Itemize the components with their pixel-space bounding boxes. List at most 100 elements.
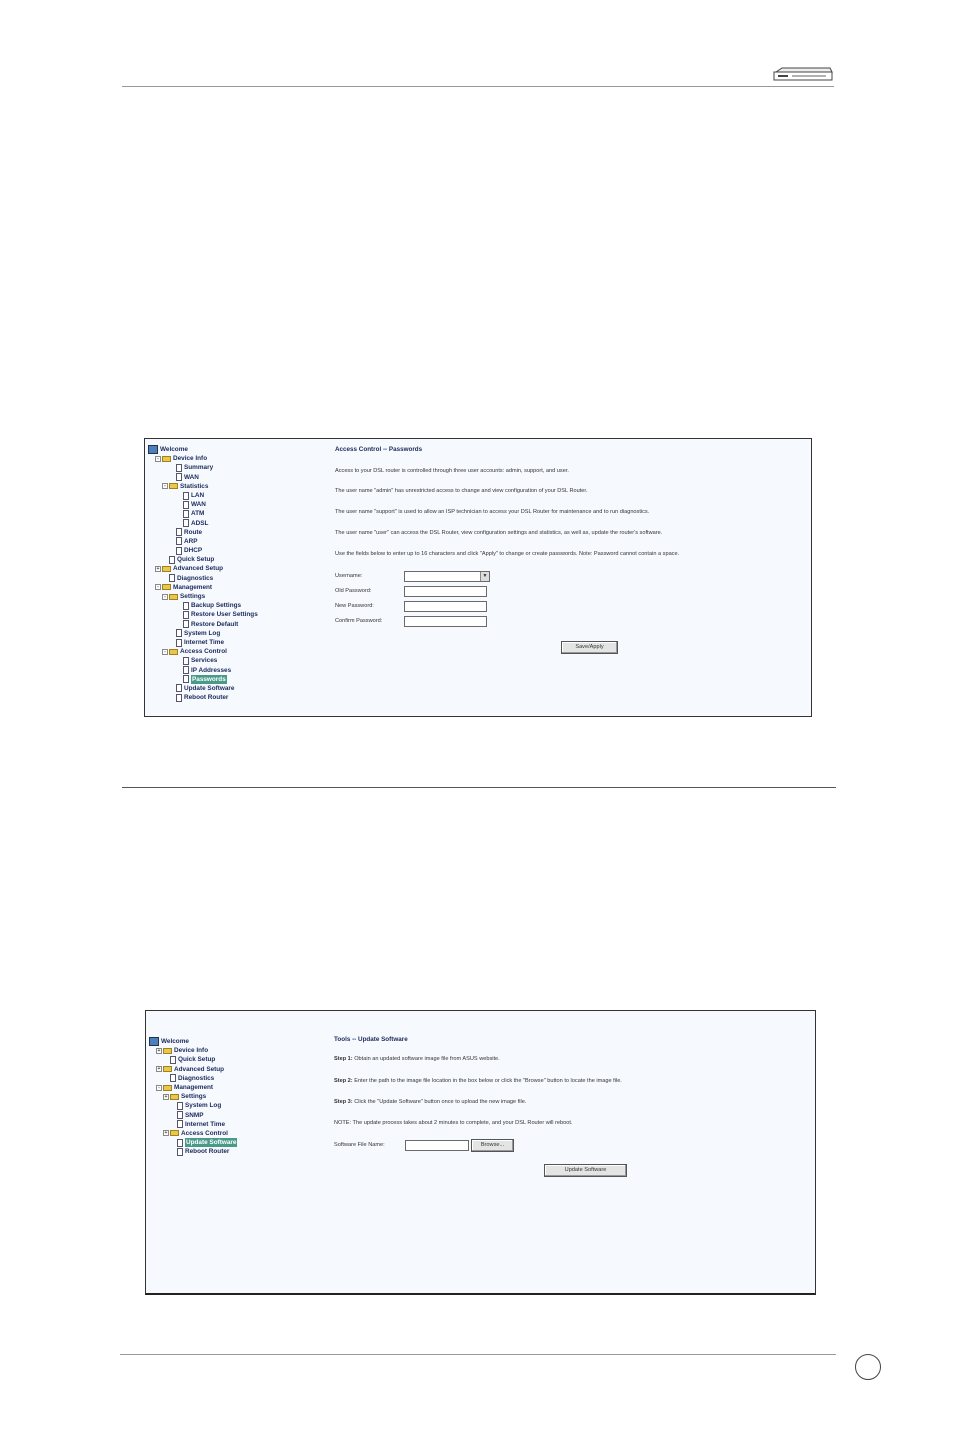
tree-item[interactable]: WAN bbox=[148, 473, 318, 482]
browse-button[interactable]: Browse... bbox=[471, 1139, 514, 1152]
tree-item[interactable]: - Statistics bbox=[148, 482, 318, 491]
page-icon bbox=[183, 601, 189, 610]
tree-item[interactable]: + Device Info bbox=[149, 1046, 319, 1055]
globe-icon bbox=[149, 1037, 159, 1047]
tree-item[interactable]: Quick Setup bbox=[148, 555, 318, 564]
tree-item-label: Device Info bbox=[173, 455, 208, 463]
collapse-icon[interactable]: - bbox=[162, 648, 168, 655]
collapse-icon[interactable]: - bbox=[155, 455, 161, 462]
save-apply-button[interactable]: Save/Apply bbox=[561, 641, 618, 654]
tree-item[interactable]: Services bbox=[148, 656, 318, 665]
page-number-circle bbox=[855, 1354, 881, 1380]
tree-item[interactable]: Backup Settings bbox=[148, 601, 318, 610]
user-paragraph: The user name "user" can access the DSL … bbox=[335, 530, 663, 536]
tree-item[interactable]: - Settings bbox=[148, 592, 318, 601]
tree-item[interactable]: ARP bbox=[148, 537, 318, 546]
tree-item[interactable]: Internet Time bbox=[149, 1120, 319, 1129]
tree-item-label: Quick Setup bbox=[178, 1056, 216, 1064]
tree-item[interactable]: Passwords bbox=[148, 674, 318, 684]
tree-item[interactable]: IP Addresses bbox=[148, 666, 318, 675]
tree-item[interactable]: System Log bbox=[148, 629, 318, 638]
tree-item-label: Restore Default bbox=[191, 620, 239, 628]
expand-icon[interactable]: + bbox=[156, 1066, 162, 1073]
tree-item[interactable]: LAN bbox=[148, 491, 318, 500]
folder-icon bbox=[162, 584, 171, 591]
tree-item-label: Update Software bbox=[184, 684, 235, 692]
update-software-button[interactable]: Update Software bbox=[544, 1164, 627, 1177]
expand-icon[interactable]: + bbox=[163, 1130, 169, 1137]
username-select[interactable]: ▼ bbox=[404, 571, 490, 582]
tree-item[interactable]: WAN bbox=[148, 500, 318, 509]
tree-item-label: Access Control bbox=[180, 648, 227, 656]
tree-item-label: Settings bbox=[181, 1093, 207, 1101]
folder-icon bbox=[169, 483, 178, 490]
tree-item[interactable]: + Advanced Setup bbox=[149, 1065, 319, 1074]
old-password-field[interactable] bbox=[404, 586, 487, 597]
tree-item[interactable]: Welcome bbox=[148, 445, 318, 455]
tree-item-label: Reboot Router bbox=[184, 694, 229, 702]
tree-item[interactable]: - Device Info bbox=[148, 454, 318, 463]
tree-item-label: Statistics bbox=[180, 482, 209, 490]
tree-item[interactable]: Reboot Router bbox=[148, 693, 318, 702]
tree-item[interactable]: Reboot Router bbox=[149, 1147, 319, 1156]
tree-item-label: DHCP bbox=[184, 547, 203, 555]
tree-item-label: Access Control bbox=[181, 1129, 228, 1137]
new-password-field[interactable] bbox=[404, 601, 487, 612]
page-icon bbox=[183, 519, 189, 528]
header-rule bbox=[122, 86, 834, 87]
tree-item[interactable]: Route bbox=[148, 528, 318, 537]
page-icon bbox=[176, 528, 182, 537]
tree-item-label: Welcome bbox=[161, 1038, 189, 1045]
tree-item[interactable]: Diagnostics bbox=[149, 1074, 319, 1083]
file-name-label: Software File Name: bbox=[334, 1142, 385, 1148]
tree-item[interactable]: - Management bbox=[149, 1083, 319, 1092]
username-label: Username: bbox=[335, 573, 363, 579]
page-icon bbox=[183, 500, 189, 509]
tree-item[interactable]: ADSL bbox=[148, 519, 318, 528]
tree-item[interactable]: Update Software bbox=[148, 684, 318, 693]
tree-item-label: Restore User Settings bbox=[191, 611, 258, 619]
tree-item[interactable]: - Management bbox=[148, 583, 318, 592]
tree-item-label: WAN bbox=[191, 501, 206, 509]
tree-item[interactable]: System Log bbox=[149, 1101, 319, 1110]
tree-item[interactable]: + Advanced Setup bbox=[148, 564, 318, 573]
tree-item[interactable]: - Access Control bbox=[148, 647, 318, 656]
tree-item[interactable]: ATM bbox=[148, 509, 318, 518]
tree-item-label: Diagnostics bbox=[177, 574, 214, 582]
tree-item[interactable]: DHCP bbox=[148, 546, 318, 555]
collapse-icon[interactable]: - bbox=[155, 584, 161, 591]
tree-item-label: IP Addresses bbox=[191, 666, 232, 674]
tree-item[interactable]: Quick Setup bbox=[149, 1055, 319, 1064]
page-icon bbox=[169, 574, 175, 583]
collapse-icon[interactable]: - bbox=[162, 483, 168, 490]
tree-item[interactable]: Welcome bbox=[149, 1037, 319, 1047]
file-name-field[interactable] bbox=[405, 1140, 469, 1151]
tree-item[interactable]: + Settings bbox=[149, 1092, 319, 1101]
step-2-label: Step 2: bbox=[334, 1078, 353, 1084]
page-icon bbox=[183, 656, 189, 665]
expand-icon[interactable]: + bbox=[156, 1047, 162, 1054]
expand-icon[interactable]: + bbox=[163, 1093, 169, 1100]
tree-item[interactable]: Update Software bbox=[149, 1138, 319, 1148]
update-software-screenshot: Welcome + Device Info Quick Setup + Advanced … bbox=[145, 1010, 816, 1295]
tree-item[interactable]: + Access Control bbox=[149, 1129, 319, 1138]
folder-icon bbox=[169, 593, 178, 600]
tree-item[interactable]: SNMP bbox=[149, 1111, 319, 1120]
tree-item-label: ADSL bbox=[191, 519, 209, 527]
step-3-text: Click the "Update Software" button once … bbox=[352, 1099, 527, 1105]
page-icon bbox=[176, 546, 182, 555]
page-icon bbox=[183, 620, 189, 629]
expand-icon[interactable]: + bbox=[155, 566, 161, 573]
chevron-down-icon[interactable]: ▼ bbox=[480, 572, 489, 581]
tree-item[interactable]: Diagnostics bbox=[148, 574, 318, 583]
collapse-icon[interactable]: - bbox=[156, 1084, 162, 1091]
tree-item[interactable]: Restore Default bbox=[148, 620, 318, 629]
page-icon bbox=[183, 675, 189, 684]
tree-item-label: Passwords bbox=[191, 674, 227, 684]
page-icon bbox=[183, 610, 189, 619]
tree-item[interactable]: Internet Time bbox=[148, 638, 318, 647]
tree-item[interactable]: Summary bbox=[148, 463, 318, 472]
tree-item[interactable]: Restore User Settings bbox=[148, 610, 318, 619]
confirm-password-field[interactable] bbox=[404, 616, 487, 627]
collapse-icon[interactable]: - bbox=[162, 593, 168, 600]
